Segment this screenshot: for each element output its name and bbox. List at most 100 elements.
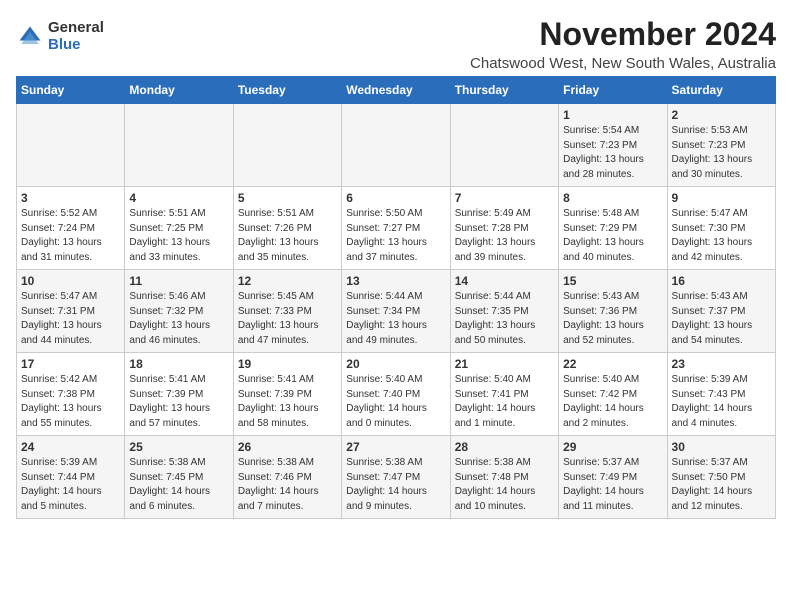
day-number: 14 bbox=[455, 274, 554, 288]
calendar-cell bbox=[342, 104, 450, 187]
calendar-cell: 22 Sunrise: 5:40 AMSunset: 7:42 PMDayligh… bbox=[559, 353, 667, 436]
day-info: Sunrise: 5:39 AMSunset: 7:44 PMDaylight:… bbox=[21, 456, 120, 514]
calendar-cell: 1 Sunrise: 5:54 AMSunset: 7:23 PMDaylight… bbox=[559, 104, 667, 187]
day-number: 1 bbox=[563, 108, 662, 122]
calendar-cell: 13 Sunrise: 5:44 AMSunset: 7:34 PMDayligh… bbox=[342, 270, 450, 353]
day-number: 11 bbox=[129, 274, 228, 288]
header: General Blue November 2024 Chatswood Wes… bbox=[16, 16, 776, 72]
day-info: Sunrise: 5:53 AMSunset: 7:23 PMDaylight:… bbox=[672, 124, 771, 182]
day-number: 10 bbox=[21, 274, 120, 288]
page-subtitle: Chatswood West, New South Wales, Austral… bbox=[124, 55, 776, 72]
day-number: 2 bbox=[672, 108, 771, 122]
day-info: Sunrise: 5:51 AMSunset: 7:25 PMDaylight:… bbox=[129, 207, 228, 265]
header-wednesday: Wednesday bbox=[342, 77, 450, 104]
day-number: 13 bbox=[346, 274, 445, 288]
calendar-week-row: 3 Sunrise: 5:52 AMSunset: 7:24 PMDaylight… bbox=[17, 187, 776, 270]
calendar-cell: 19 Sunrise: 5:41 AMSunset: 7:39 PMDayligh… bbox=[233, 353, 341, 436]
calendar-header-row: SundayMondayTuesdayWednesdayThursdayFrid… bbox=[17, 77, 776, 104]
calendar-cell: 20Sunrise: 5:40 AMSunset: 7:40 PMDayligh… bbox=[342, 353, 450, 436]
day-number: 12 bbox=[238, 274, 337, 288]
calendar-cell: 4 Sunrise: 5:51 AMSunset: 7:25 PMDaylight… bbox=[125, 187, 233, 270]
day-info: Sunrise: 5:43 AMSunset: 7:36 PMDaylight:… bbox=[563, 290, 662, 348]
day-number: 7 bbox=[455, 191, 554, 205]
day-number: 5 bbox=[238, 191, 337, 205]
calendar-cell bbox=[125, 104, 233, 187]
calendar-cell: 16 Sunrise: 5:43 AMSunset: 7:37 PMDayligh… bbox=[667, 270, 775, 353]
day-info: Sunrise: 5:54 AMSunset: 7:23 PMDaylight:… bbox=[563, 124, 662, 182]
day-number: 19 bbox=[238, 357, 337, 371]
day-number: 27 bbox=[346, 440, 445, 454]
header-saturday: Saturday bbox=[667, 77, 775, 104]
calendar-cell: 23Sunrise: 5:39 AMSunset: 7:43 PMDayligh… bbox=[667, 353, 775, 436]
calendar-cell: 5 Sunrise: 5:51 AMSunset: 7:26 PMDaylight… bbox=[233, 187, 341, 270]
calendar-week-row: 1 Sunrise: 5:54 AMSunset: 7:23 PMDaylight… bbox=[17, 104, 776, 187]
calendar-week-row: 24Sunrise: 5:39 AMSunset: 7:44 PMDayligh… bbox=[17, 436, 776, 519]
day-number: 21 bbox=[455, 357, 554, 371]
calendar-cell: 21 Sunrise: 5:40 AMSunset: 7:41 PMDayligh… bbox=[450, 353, 558, 436]
logo: General Blue bbox=[16, 20, 104, 53]
calendar-cell: 7 Sunrise: 5:49 AMSunset: 7:28 PMDaylight… bbox=[450, 187, 558, 270]
day-info: Sunrise: 5:40 AMSunset: 7:41 PMDaylight:… bbox=[455, 373, 554, 431]
day-info: Sunrise: 5:43 AMSunset: 7:37 PMDaylight:… bbox=[672, 290, 771, 348]
calendar-cell: 2 Sunrise: 5:53 AMSunset: 7:23 PMDaylight… bbox=[667, 104, 775, 187]
day-info: Sunrise: 5:51 AMSunset: 7:26 PMDaylight:… bbox=[238, 207, 337, 265]
day-info: Sunrise: 5:52 AMSunset: 7:24 PMDaylight:… bbox=[21, 207, 120, 265]
day-number: 30 bbox=[672, 440, 771, 454]
day-info: Sunrise: 5:38 AMSunset: 7:47 PMDaylight:… bbox=[346, 456, 445, 514]
calendar-cell: 30 Sunrise: 5:37 AMSunset: 7:50 PMDayligh… bbox=[667, 436, 775, 519]
calendar-cell: 24Sunrise: 5:39 AMSunset: 7:44 PMDayligh… bbox=[17, 436, 125, 519]
day-number: 3 bbox=[21, 191, 120, 205]
day-info: Sunrise: 5:44 AMSunset: 7:35 PMDaylight:… bbox=[455, 290, 554, 348]
calendar-cell: 27 Sunrise: 5:38 AMSunset: 7:47 PMDayligh… bbox=[342, 436, 450, 519]
day-number: 22 bbox=[563, 357, 662, 371]
calendar-week-row: 10Sunrise: 5:47 AMSunset: 7:31 PMDayligh… bbox=[17, 270, 776, 353]
day-number: 20 bbox=[346, 357, 445, 371]
day-info: Sunrise: 5:41 AMSunset: 7:39 PMDaylight:… bbox=[238, 373, 337, 431]
day-number: 28 bbox=[455, 440, 554, 454]
logo-general-text: General bbox=[48, 20, 104, 37]
calendar-cell: 29 Sunrise: 5:37 AMSunset: 7:49 PMDayligh… bbox=[559, 436, 667, 519]
day-info: Sunrise: 5:49 AMSunset: 7:28 PMDaylight:… bbox=[455, 207, 554, 265]
day-number: 9 bbox=[672, 191, 771, 205]
day-info: Sunrise: 5:38 AMSunset: 7:48 PMDaylight:… bbox=[455, 456, 554, 514]
day-number: 29 bbox=[563, 440, 662, 454]
header-tuesday: Tuesday bbox=[233, 77, 341, 104]
day-number: 4 bbox=[129, 191, 228, 205]
calendar-cell: 14 Sunrise: 5:44 AMSunset: 7:35 PMDayligh… bbox=[450, 270, 558, 353]
calendar-cell: 10Sunrise: 5:47 AMSunset: 7:31 PMDayligh… bbox=[17, 270, 125, 353]
page-title: November 2024 bbox=[124, 16, 776, 53]
day-info: Sunrise: 5:46 AMSunset: 7:32 PMDaylight:… bbox=[129, 290, 228, 348]
header-monday: Monday bbox=[125, 77, 233, 104]
calendar-cell: 3 Sunrise: 5:52 AMSunset: 7:24 PMDaylight… bbox=[17, 187, 125, 270]
calendar-table: SundayMondayTuesdayWednesdayThursdayFrid… bbox=[16, 76, 776, 519]
day-info: Sunrise: 5:39 AMSunset: 7:43 PMDaylight:… bbox=[672, 373, 771, 431]
day-number: 16 bbox=[672, 274, 771, 288]
calendar-cell: 18Sunrise: 5:41 AMSunset: 7:39 PMDayligh… bbox=[125, 353, 233, 436]
calendar-cell: 11 Sunrise: 5:46 AMSunset: 7:32 PMDayligh… bbox=[125, 270, 233, 353]
day-number: 6 bbox=[346, 191, 445, 205]
day-info: Sunrise: 5:44 AMSunset: 7:34 PMDaylight:… bbox=[346, 290, 445, 348]
day-info: Sunrise: 5:50 AMSunset: 7:27 PMDaylight:… bbox=[346, 207, 445, 265]
calendar-cell: 25 Sunrise: 5:38 AMSunset: 7:45 PMDayligh… bbox=[125, 436, 233, 519]
day-info: Sunrise: 5:37 AMSunset: 7:50 PMDaylight:… bbox=[672, 456, 771, 514]
header-sunday: Sunday bbox=[17, 77, 125, 104]
day-number: 25 bbox=[129, 440, 228, 454]
calendar-cell: 15 Sunrise: 5:43 AMSunset: 7:36 PMDayligh… bbox=[559, 270, 667, 353]
day-number: 26 bbox=[238, 440, 337, 454]
calendar-week-row: 17Sunrise: 5:42 AMSunset: 7:38 PMDayligh… bbox=[17, 353, 776, 436]
calendar-cell: 26Sunrise: 5:38 AMSunset: 7:46 PMDayligh… bbox=[233, 436, 341, 519]
day-info: Sunrise: 5:48 AMSunset: 7:29 PMDaylight:… bbox=[563, 207, 662, 265]
header-thursday: Thursday bbox=[450, 77, 558, 104]
calendar-cell: 9Sunrise: 5:47 AMSunset: 7:30 PMDaylight… bbox=[667, 187, 775, 270]
logo-blue-text: Blue bbox=[48, 37, 104, 54]
day-info: Sunrise: 5:40 AMSunset: 7:42 PMDaylight:… bbox=[563, 373, 662, 431]
calendar-cell: 28 Sunrise: 5:38 AMSunset: 7:48 PMDayligh… bbox=[450, 436, 558, 519]
day-number: 18 bbox=[129, 357, 228, 371]
day-number: 15 bbox=[563, 274, 662, 288]
day-info: Sunrise: 5:37 AMSunset: 7:49 PMDaylight:… bbox=[563, 456, 662, 514]
day-info: Sunrise: 5:38 AMSunset: 7:45 PMDaylight:… bbox=[129, 456, 228, 514]
day-info: Sunrise: 5:42 AMSunset: 7:38 PMDaylight:… bbox=[21, 373, 120, 431]
calendar-cell bbox=[450, 104, 558, 187]
calendar-cell: 8Sunrise: 5:48 AMSunset: 7:29 PMDaylight… bbox=[559, 187, 667, 270]
day-info: Sunrise: 5:45 AMSunset: 7:33 PMDaylight:… bbox=[238, 290, 337, 348]
